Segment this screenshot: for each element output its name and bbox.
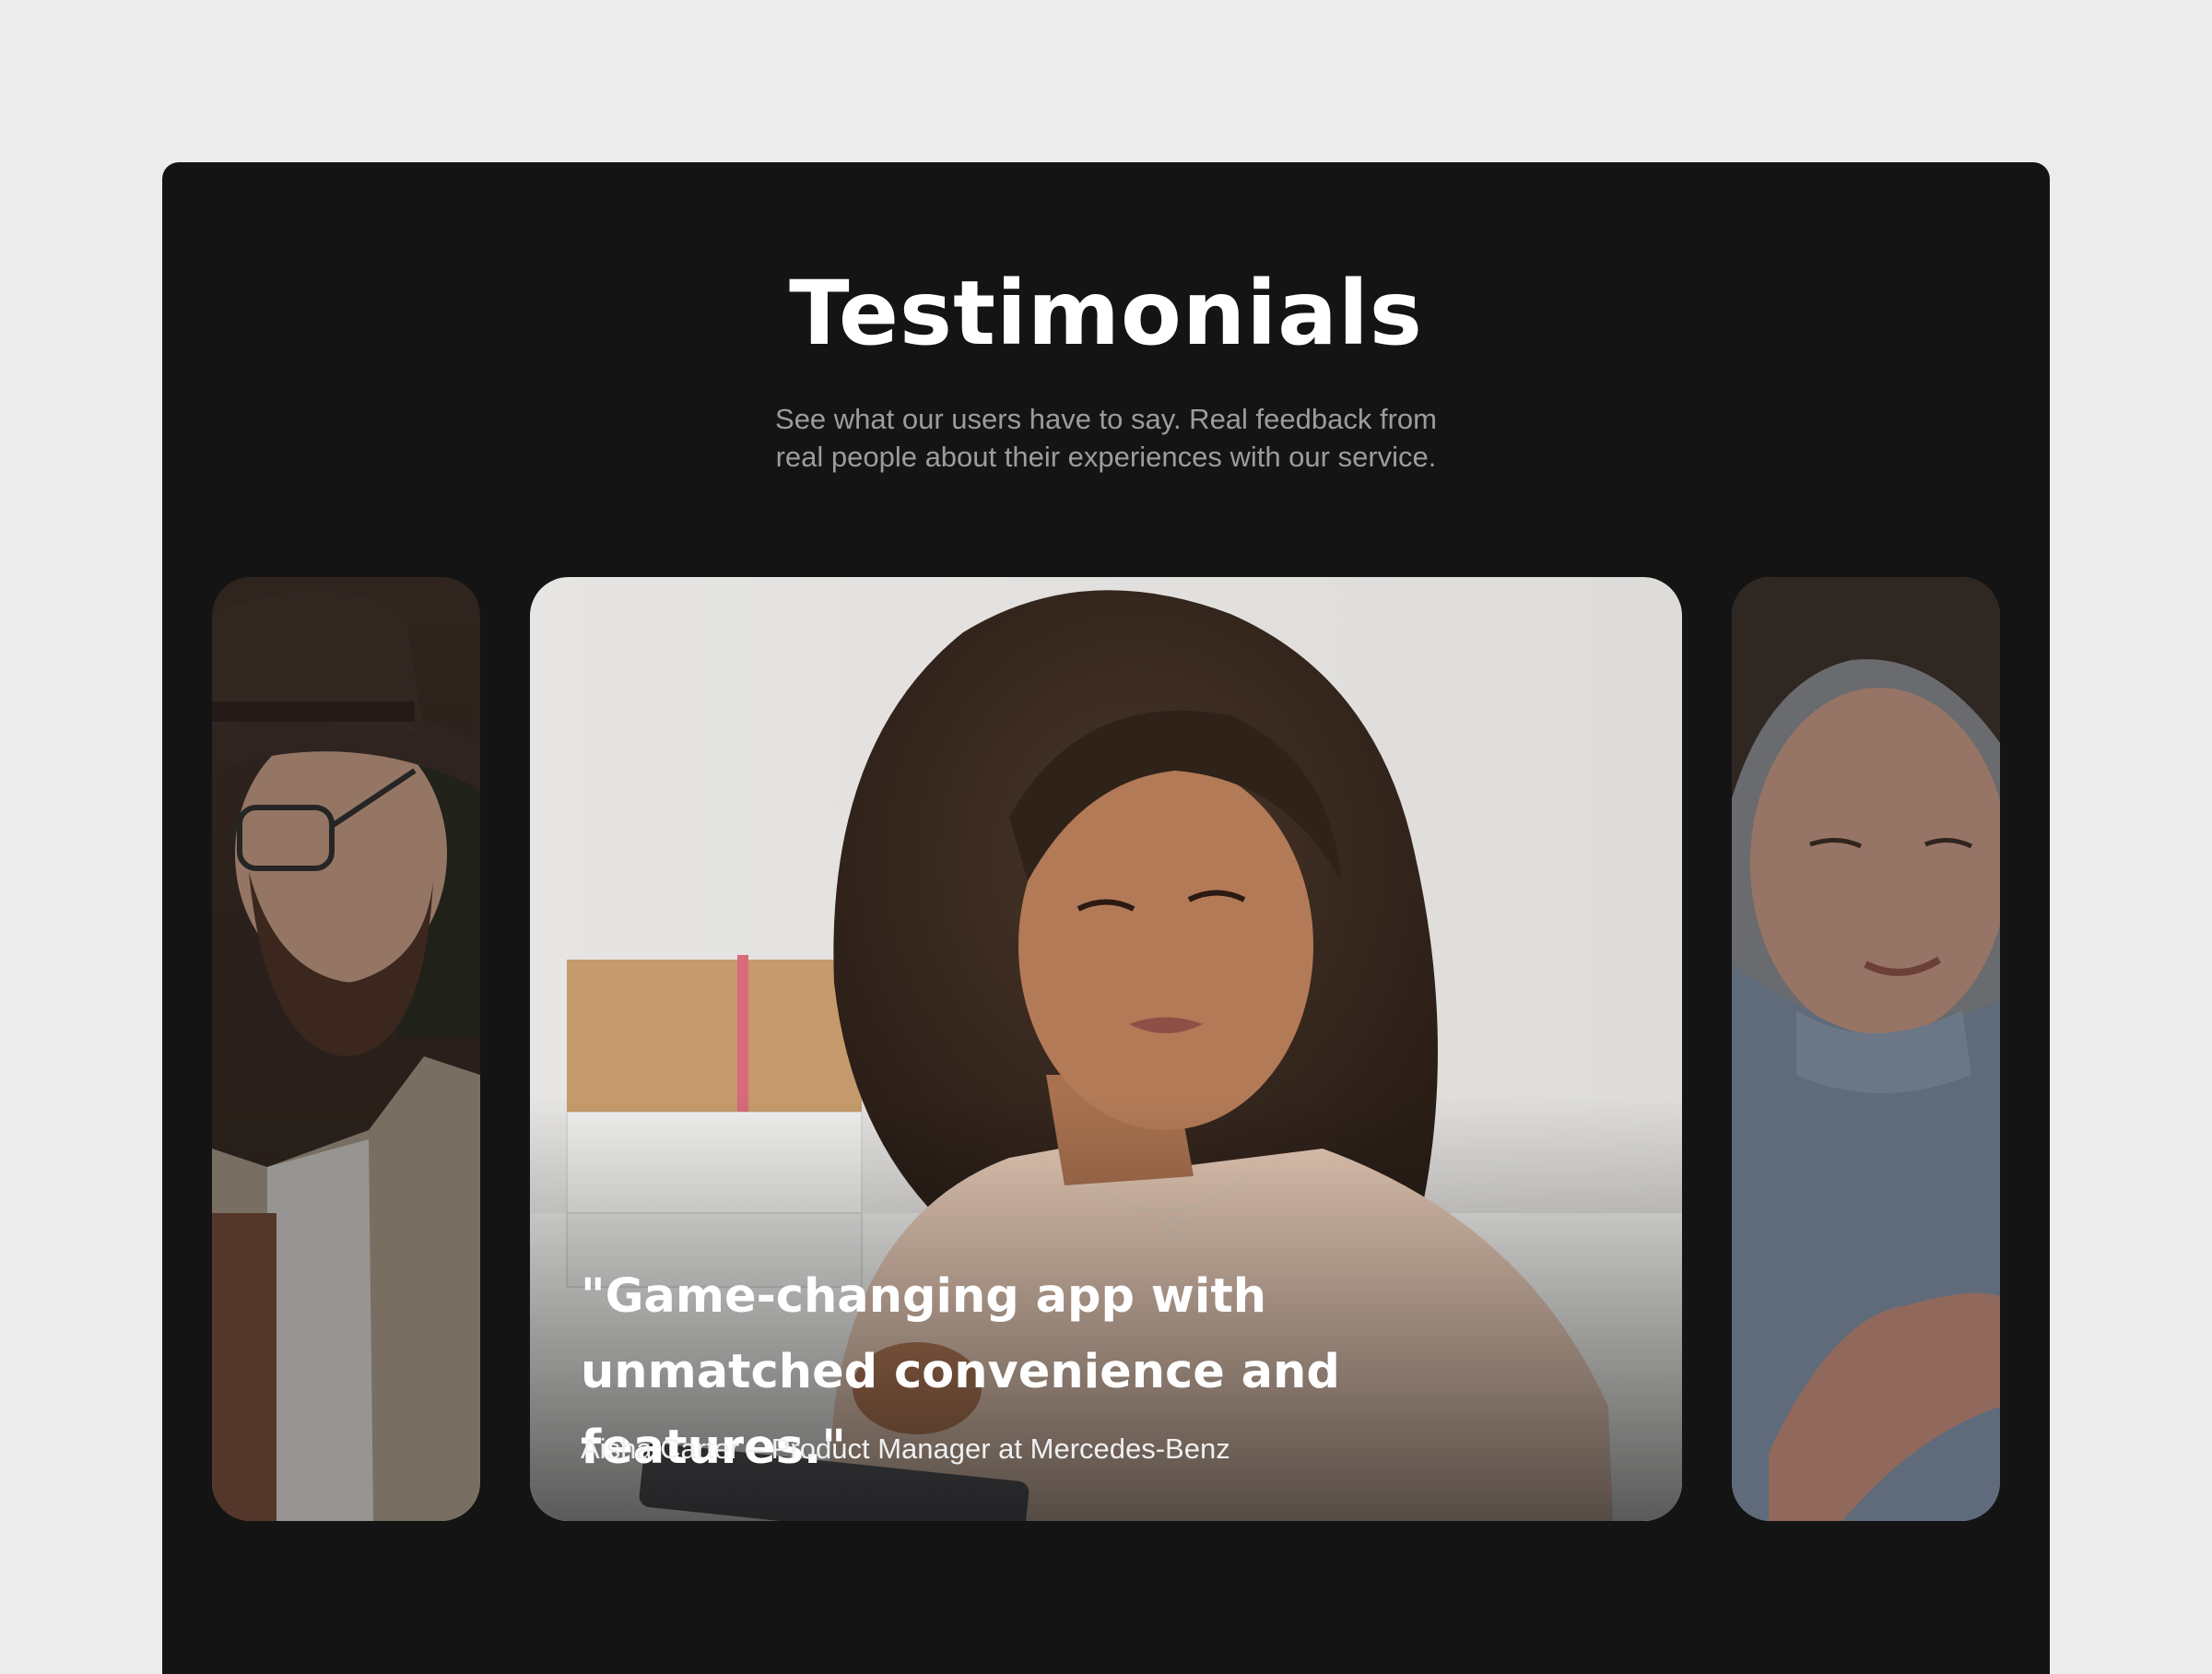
section-subtitle: See what our users have to say. Real fee…	[775, 403, 1437, 473]
card-dim-overlay	[212, 577, 480, 1521]
testimonial-card-previous[interactable]	[212, 577, 480, 1521]
card-dim-overlay	[1732, 577, 2000, 1521]
section-title: Testimonials	[789, 262, 1423, 365]
testimonial-card-next[interactable]	[1732, 577, 2000, 1521]
testimonial-card-active[interactable]: "Game-changing app with unmatched conven…	[530, 577, 1682, 1521]
testimonials-section: Testimonials See what our users have to …	[162, 162, 2050, 1674]
testimonial-author: Aisha Carter – Product Manager at Merced…	[581, 1432, 1230, 1465]
